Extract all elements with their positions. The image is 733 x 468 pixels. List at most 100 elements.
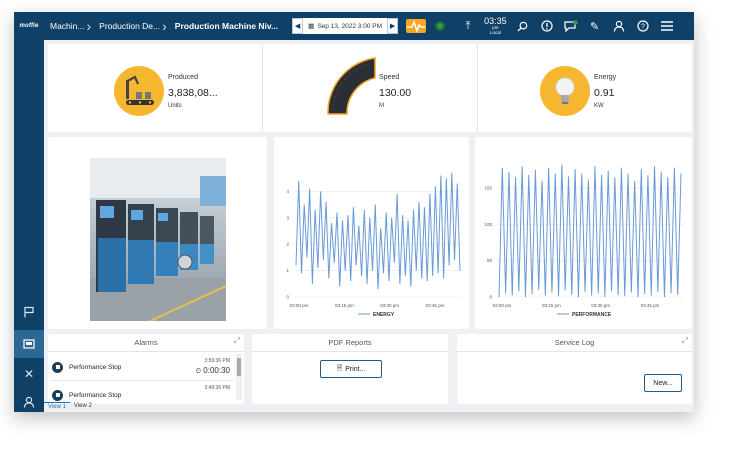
breadcrumb-label: Production De... [99,21,161,31]
kpi-speed[interactable]: Speed 130.00 M [262,44,477,132]
sidebar-item-flag[interactable] [14,298,44,326]
energy-x-axis: 03:00 pm 03:15 pm 03:30 pm 03:45 pm [290,303,445,308]
calendar-icon: ▦ [308,23,315,30]
performance-chart: 0 50 100 150 03:00 pm 03:15 pm 03:30 pm 03:45 … [484,164,683,318]
edit-button[interactable]: ✎ [583,12,607,40]
alarm-duration: 0:00:30 [203,366,230,375]
y-tick-label: 100 [484,222,492,227]
pdf-reports-title: PDF Reports [328,338,372,347]
x-tick-label: 03:15 pm [335,303,354,308]
sidebar-item-user[interactable] [14,388,44,412]
kpi-energy[interactable]: Energy 0.91 KW [477,44,692,132]
breadcrumb-current[interactable]: Production Machine Niv... [175,21,278,31]
connection-status[interactable] [428,12,452,40]
kpi-label: Energy [594,74,617,81]
lightbulb-icon [540,66,590,116]
x-tick-label: 03:15 pm [542,303,561,308]
pdf-reports-panel: PDF Reports 🗎 Print... [252,334,448,404]
timer-icon: ⏲ [195,368,202,375]
sidebar-item-dashboard[interactable] [14,330,44,358]
divider [48,351,244,352]
alarm-item[interactable]: Performance Stop 3:49:36 PM [52,382,230,404]
tab-view-2[interactable]: View 2 [70,402,96,412]
breadcrumb-item-2[interactable]: Production De... › [99,19,171,33]
tools-icon: ✕ [23,367,35,381]
menu-button[interactable] [655,12,679,40]
heartbeat-icon [406,19,427,33]
pulse-status-icon[interactable] [404,12,428,40]
date-prev-button[interactable]: ◀ [292,18,304,34]
new-label: New... [653,379,673,387]
svg-text:?: ? [641,24,645,31]
alarms-scrollbar[interactable] [236,354,242,400]
stop-icon [52,361,63,373]
alarms-title: Alarms [134,338,158,347]
alarm-duration-row: ⏲ 0:00:30 [196,366,230,376]
expand-icon[interactable]: ⤢ [682,336,688,346]
search-button[interactable] [511,12,535,40]
info-button[interactable] [535,12,559,40]
date-picker[interactable]: ▦ Sep 13, 2022 3:00 PM [303,18,388,34]
kpi-label: Speed [379,74,400,81]
clock: 03:35 pm Local [484,17,507,35]
user-button[interactable] [607,12,631,40]
breadcrumb-label: Production Machine Niv... [174,21,279,31]
service-log-title: Service Log [554,338,595,347]
alarms-panel: Alarms ⤢ Performance Stop 3:59:36 PM ⏲ 0… [48,334,244,404]
speed-gauge-icon [323,52,378,122]
machine-photo-card [48,137,267,329]
y-tick-label: 2 [286,242,289,247]
y-tick-label: 50 [487,258,493,263]
breadcrumb-item-1[interactable]: Machin... › [50,19,95,33]
date-value: Sep 13, 2022 3:00 PM [317,22,382,30]
document-icon: 🗎 [336,364,343,372]
divider [252,351,448,352]
kpi-produced[interactable]: Produced 3,838,08... Units [48,44,262,132]
alert-circle-icon [541,20,553,32]
upload-button[interactable]: ⤒ [456,12,480,40]
x-tick-label: 03:30 pm [380,303,399,308]
date-selector: ◀ ▦ Sep 13, 2022 3:00 PM ▶ [292,18,399,34]
divider [52,380,234,381]
new-log-button[interactable]: New... [644,374,682,392]
machine-icon [23,339,35,349]
chevron-right-icon: › [86,18,92,34]
print-button[interactable]: 🗎 Print... [320,360,382,378]
help-icon: ? [637,20,649,32]
app-window: moffie Machin... › Production De... › Pr… [14,12,694,412]
kpi-produced-text: Produced 3,838,08... Units [168,74,218,109]
alarm-name: Performance Stop [69,391,122,399]
y-tick-label: 0 [489,295,492,300]
alarm-time: 3:49:36 PM [204,385,230,391]
x-tick-label: 03:00 pm [290,303,309,308]
messages-button[interactable] [559,12,583,40]
alarm-name: Performance Stop [69,363,122,371]
person-icon [23,396,35,408]
conveyor-robot-icon [114,66,164,116]
kpi-value: 130.00 [379,87,412,99]
performance-y-axis: 0 50 100 150 [484,186,492,300]
alarm-item[interactable]: Performance Stop 3:59:36 PM ⏲ 0:00:30 [52,354,230,380]
y-tick-label: 1 [286,268,289,273]
sidebar: ✕ [14,40,44,412]
tab-view-1[interactable]: View 1 [44,402,70,412]
y-tick-label: 4 [286,189,289,194]
service-log-panel: Service Log ⤢ New... [457,334,692,404]
kpi-value: 0.91 [594,87,615,99]
logo[interactable]: moffie [14,12,44,40]
view-tabs: View 1 View 2 [44,402,96,412]
scrollbar-thumb[interactable] [237,358,241,376]
kpi-unit: KW [594,103,604,109]
date-next-button[interactable]: ▶ [387,18,399,34]
energy-series-line [295,172,461,290]
sidebar-item-tools[interactable]: ✕ [14,360,44,388]
energy-y-axis: 0 1 2 3 4 [286,189,289,300]
expand-icon[interactable]: ⤢ [234,336,240,346]
help-button[interactable]: ? [631,12,655,40]
energy-chart-card: 0 1 2 3 4 03:00 pm 03:15 pm 03:30 pm 03:45 pm E… [274,137,469,329]
x-tick-label: 03:30 pm [591,303,610,308]
performance-legend-label: PERFORMANCE [572,312,612,318]
kpi-unit: Units [168,103,182,109]
chevron-right-icon: › [162,18,167,34]
performance-series-line [498,164,682,298]
